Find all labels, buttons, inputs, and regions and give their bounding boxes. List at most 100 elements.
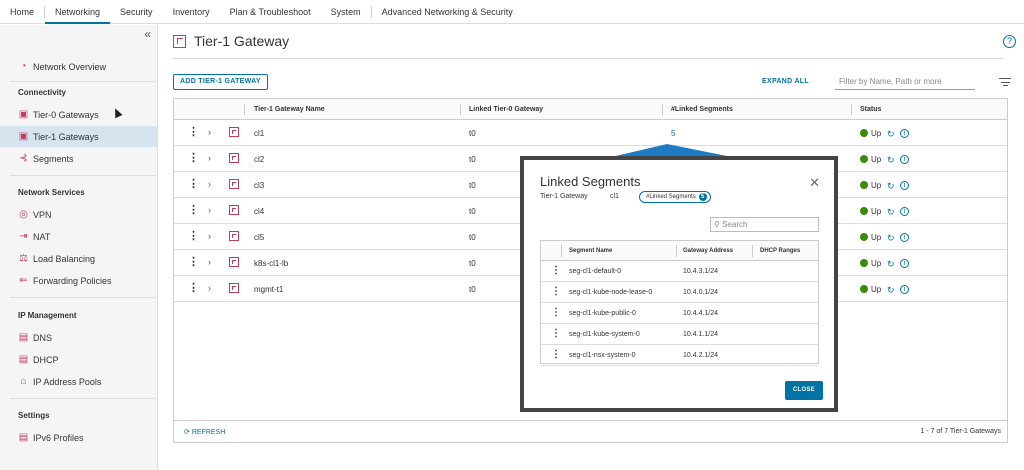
status-text: Up <box>871 181 882 190</box>
close-icon[interactable]: ✕ <box>809 175 820 191</box>
info-icon[interactable]: i <box>900 233 909 242</box>
status-up-icon <box>860 233 868 241</box>
info-icon[interactable]: i <box>900 207 909 216</box>
linked-segments-dialog: Linked Segments ✕ Tier-1 Gateway cl1 #Li… <box>520 156 838 412</box>
sidebar-item-label: IPv6 Profiles <box>33 432 84 443</box>
table-footer: ⟳ REFRESH 1 - 7 of 7 Tier-1 Gateways <box>174 420 1007 442</box>
sidebar-item-tier1[interactable]: ▣ Tier-1 Gateways <box>0 126 158 147</box>
expand-chevron-icon[interactable]: › <box>208 257 211 267</box>
gateway-name[interactable]: cl3 <box>254 181 264 190</box>
tab-advanced-networking[interactable]: Advanced Networking & Security <box>372 0 523 24</box>
expand-chevron-icon[interactable]: › <box>208 283 211 293</box>
row-actions-icon[interactable]: ⋮ <box>188 231 199 242</box>
tab-networking[interactable]: Networking <box>45 0 111 24</box>
row-actions-icon[interactable]: ⋮ <box>551 265 561 276</box>
expand-chevron-icon[interactable]: › <box>208 153 211 163</box>
gateway-value: cl1 <box>610 193 619 200</box>
sidebar-item-nat[interactable]: ⇥ NAT <box>0 226 158 247</box>
table-header: Segment Name Gateway Address DHCP Ranges <box>541 241 818 261</box>
sidebar-item-load-balancing[interactable]: ⚖ Load Balancing <box>0 248 158 269</box>
sidebar-item-label: Tier-1 Gateways <box>33 131 99 142</box>
tab-inventory[interactable]: Inventory <box>163 0 220 24</box>
sidebar-item-label: Tier-0 Gateways <box>33 109 99 120</box>
column-header-linked-segments[interactable]: #Linked Segments <box>671 106 733 113</box>
table-row[interactable]: ⋮ seg-cl1-default-0 10.4.3.1/24 <box>541 261 818 282</box>
tab-system[interactable]: System <box>321 0 371 24</box>
gateway-name[interactable]: cl5 <box>254 233 264 242</box>
sidebar-item-segments[interactable]: ⊰ Segments <box>0 148 158 169</box>
expand-chevron-icon[interactable]: › <box>208 231 211 241</box>
gateway-name[interactable]: cl1 <box>254 129 264 138</box>
table-row[interactable]: ⋮ › cl1 t0 5 Up ↻ i <box>174 120 1007 146</box>
expand-chevron-icon[interactable]: › <box>208 127 211 137</box>
ipv6-icon: ▤ <box>18 432 29 443</box>
gateway-name[interactable]: mgmt-t1 <box>254 285 283 294</box>
tab-security[interactable]: Security <box>110 0 163 24</box>
collapse-sidebar-icon[interactable]: « <box>144 27 151 41</box>
filter-icon[interactable] <box>999 78 1011 89</box>
row-actions-icon[interactable]: ⋮ <box>188 257 199 268</box>
linked-t0: t0 <box>469 129 476 138</box>
add-tier1-gateway-button[interactable]: ADD TIER-1 GATEWAY <box>173 74 268 90</box>
tab-home[interactable]: Home <box>0 0 44 24</box>
row-actions-icon[interactable]: ⋮ <box>551 307 561 318</box>
refresh-status-icon[interactable]: ↻ <box>887 129 895 140</box>
sidebar-item-tier0[interactable]: ▣ Tier-0 Gateways <box>0 104 158 125</box>
row-actions-icon[interactable]: ⋮ <box>551 286 561 297</box>
row-actions-icon[interactable]: ⋮ <box>551 349 561 360</box>
linked-segments-count[interactable]: 5 <box>671 129 675 138</box>
search-input[interactable]: ⚲ Search <box>710 217 819 232</box>
sidebar-item-vpn[interactable]: ◎ VPN <box>0 204 158 225</box>
column-header-name[interactable]: Tier-1 Gateway Name <box>254 106 325 113</box>
sidebar-item-dhcp[interactable]: ▤ DHCP <box>0 349 158 370</box>
refresh-button[interactable]: ⟳ REFRESH <box>184 428 225 436</box>
expand-all-link[interactable]: EXPAND ALL <box>762 78 809 85</box>
column-header-gateway-address[interactable]: Gateway Address <box>683 248 733 254</box>
info-icon[interactable]: i <box>900 155 909 164</box>
sidebar-item-network-overview[interactable]: ◔ Network Overview <box>0 56 158 77</box>
row-actions-icon[interactable]: ⋮ <box>188 153 199 164</box>
refresh-status-icon[interactable]: ↻ <box>887 233 895 244</box>
gateway-name[interactable]: cl4 <box>254 207 264 216</box>
help-icon[interactable]: ? <box>1003 35 1016 48</box>
info-icon[interactable]: i <box>900 285 909 294</box>
gateway-icon <box>173 34 186 48</box>
sidebar-item-ip-address-pools[interactable]: ⌂ IP Address Pools <box>0 371 158 392</box>
info-icon[interactable]: i <box>900 129 909 138</box>
refresh-status-icon[interactable]: ↻ <box>887 259 895 270</box>
tab-plan-troubleshoot[interactable]: Plan & Troubleshoot <box>220 0 321 24</box>
gateway-name[interactable]: k8s-cl1-lb <box>254 259 288 268</box>
column-header-status[interactable]: Status <box>860 106 881 113</box>
refresh-status-icon[interactable]: ↻ <box>887 207 895 218</box>
row-actions-icon[interactable]: ⋮ <box>188 205 199 216</box>
table-row[interactable]: ⋮ seg-cl1-nsx-system-0 10.4.2.1/24 <box>541 345 818 366</box>
column-header-segment-name[interactable]: Segment Name <box>569 248 612 254</box>
table-row[interactable]: ⋮ seg-cl1-kube-public-0 10.4.4.1/24 <box>541 303 818 324</box>
row-actions-icon[interactable]: ⋮ <box>188 179 199 190</box>
sidebar-item-dns[interactable]: ▤ DNS <box>0 327 158 348</box>
table-row[interactable]: ⋮ seg-cl1-kube-system-0 10.4.1.1/24 <box>541 324 818 345</box>
status-text: Up <box>871 259 882 268</box>
column-header-dhcp-ranges[interactable]: DHCP Ranges <box>760 248 800 254</box>
filter-input[interactable]: Filter by Name, Path or more <box>835 74 975 90</box>
table-row[interactable]: ⋮ seg-cl1-kube-node-lease-0 10.4.0.1/24 <box>541 282 818 303</box>
segment-name: seg-cl1-kube-system-0 <box>569 331 640 338</box>
refresh-status-icon[interactable]: ↻ <box>887 155 895 166</box>
ip-pool-icon: ⌂ <box>20 376 27 387</box>
info-icon[interactable]: i <box>900 259 909 268</box>
info-icon[interactable]: i <box>900 181 909 190</box>
sidebar-item-label: Network Overview <box>33 61 107 72</box>
column-header-linked-t0[interactable]: Linked Tier-0 Gateway <box>469 106 543 113</box>
expand-chevron-icon[interactable]: › <box>208 179 211 189</box>
sidebar-item-ipv6-profiles[interactable]: ▤ IPv6 Profiles <box>0 427 158 448</box>
refresh-status-icon[interactable]: ↻ <box>887 181 895 192</box>
gateway-name[interactable]: cl2 <box>254 155 264 164</box>
refresh-status-icon[interactable]: ↻ <box>887 285 895 296</box>
sidebar-item-forwarding-policies[interactable]: ⇐ Forwarding Policies <box>0 270 158 291</box>
close-button[interactable]: CLOSE <box>785 381 823 400</box>
status-text: Up <box>871 285 882 294</box>
row-actions-icon[interactable]: ⋮ <box>188 127 199 138</box>
expand-chevron-icon[interactable]: › <box>208 205 211 215</box>
row-actions-icon[interactable]: ⋮ <box>188 283 199 294</box>
row-actions-icon[interactable]: ⋮ <box>551 328 561 339</box>
